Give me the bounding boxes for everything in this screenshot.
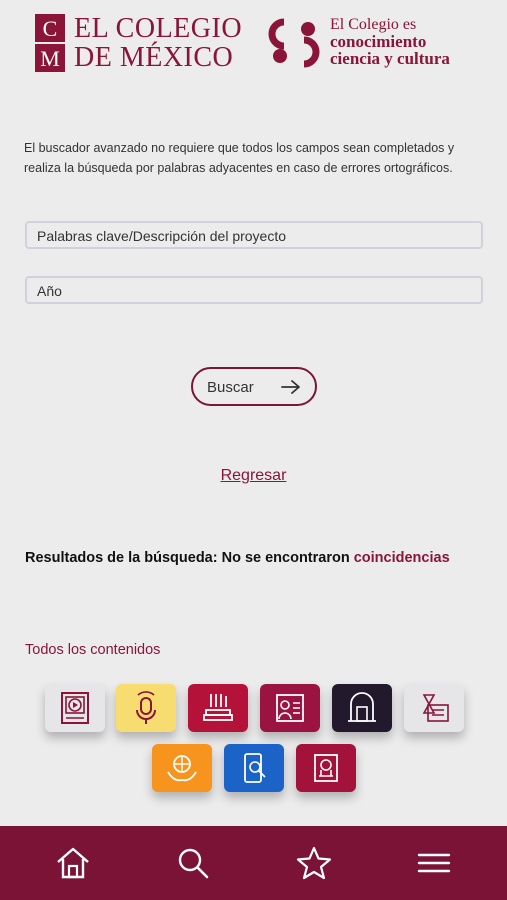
microphone-icon — [136, 691, 156, 724]
category-digital[interactable] — [224, 744, 284, 792]
year-placeholder: Año — [37, 283, 62, 299]
hourglass-document-icon — [422, 694, 449, 722]
profile-card-icon — [276, 694, 304, 722]
museum-exhibit-icon — [314, 754, 338, 782]
category-global[interactable] — [152, 744, 212, 792]
globe-hands-icon — [167, 755, 197, 782]
category-profiles[interactable] — [260, 684, 320, 732]
search-instructions: El buscador avanzado no requiere que tod… — [24, 141, 455, 175]
nav-menu[interactable] — [414, 846, 454, 886]
category-museum[interactable] — [296, 744, 356, 792]
svg-text:M: M — [40, 46, 60, 71]
keywords-placeholder: Palabras clave/Descripción del proyecto — [37, 228, 287, 244]
archive-building-icon — [348, 692, 376, 722]
keywords-input[interactable]: Palabras clave/Descripción del proyecto — [25, 221, 483, 249]
category-books[interactable] — [188, 684, 248, 732]
home-icon — [57, 847, 89, 879]
year-input[interactable]: Año — [25, 276, 483, 304]
colmex-cm-logo: C M — [35, 14, 65, 72]
search-icon — [178, 848, 209, 879]
search-button[interactable]: Buscar — [191, 367, 317, 406]
bottom-navigation — [0, 826, 507, 900]
all-content-heading: Todos los contenidos — [25, 642, 161, 658]
star-icon — [296, 846, 332, 880]
nav-home[interactable] — [53, 846, 93, 886]
nav-search[interactable] — [173, 846, 213, 886]
arrow-right-icon — [281, 380, 300, 394]
nav-favorites[interactable] — [294, 846, 334, 886]
colmex-symbol-icon — [268, 18, 320, 68]
search-results-message: Resultados de la búsqueda: No se encontr… — [25, 550, 450, 566]
search-button-label: Buscar — [207, 379, 254, 396]
header: C M EL COLEGIO DE MÉXICO El Colegio es c… — [0, 0, 507, 90]
category-podcast[interactable] — [116, 684, 176, 732]
books-icon — [203, 694, 233, 721]
category-archive[interactable] — [332, 684, 392, 732]
category-history[interactable] — [404, 684, 464, 732]
svg-text:C: C — [43, 16, 58, 41]
phone-search-icon — [244, 753, 266, 783]
category-video[interactable] — [45, 684, 105, 732]
menu-icon — [417, 853, 451, 873]
institution-name: EL COLEGIO DE MÉXICO — [74, 13, 243, 73]
back-link[interactable]: Regresar — [0, 467, 507, 485]
video-icon — [61, 692, 89, 724]
tagline: El Colegio es conocimiento ciencia y cul… — [330, 16, 450, 68]
